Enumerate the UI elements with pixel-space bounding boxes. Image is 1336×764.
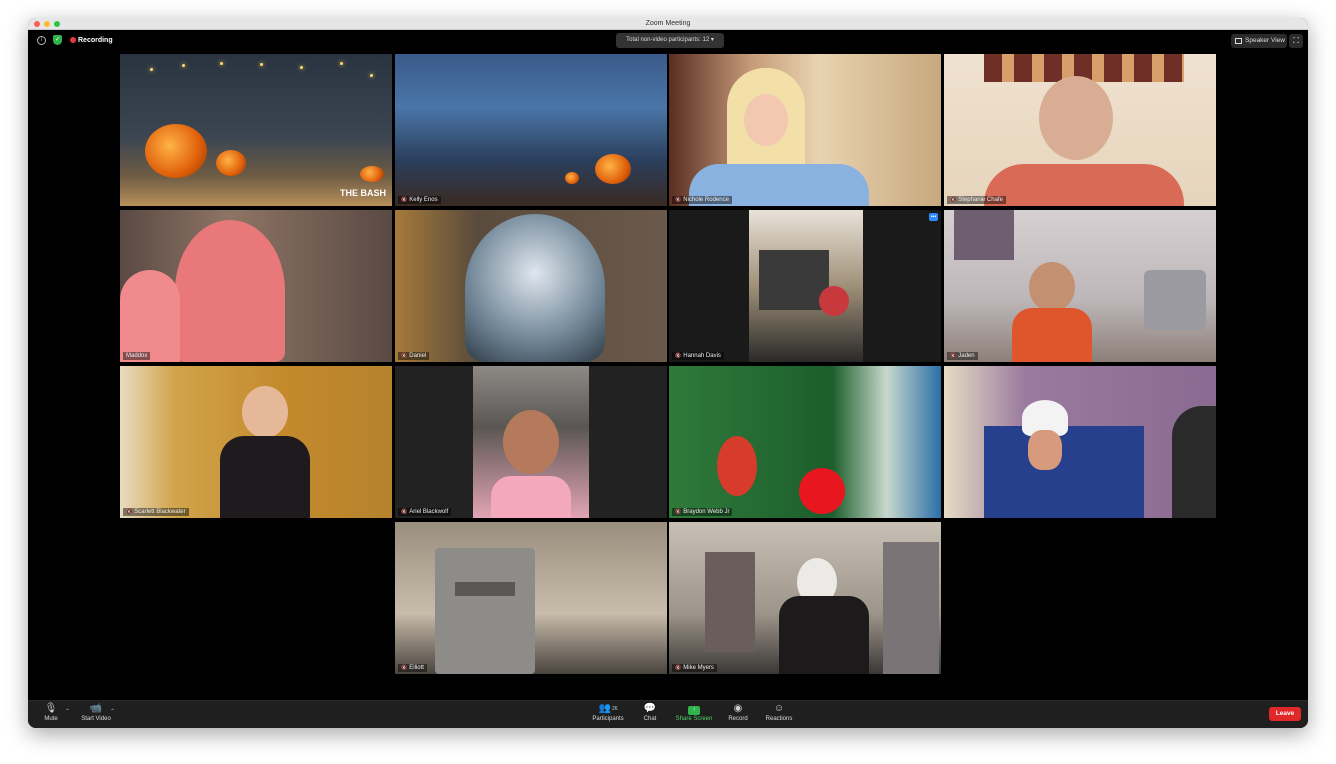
- info-icon[interactable]: i: [37, 36, 46, 45]
- participant-name: Hannah Davis: [672, 352, 724, 360]
- mute-button[interactable]: 🎙 Mute: [40, 703, 62, 724]
- video-tile[interactable]: Scarlett Blackwater: [120, 366, 392, 518]
- record-icon: ◉: [733, 703, 743, 714]
- audio-options-caret[interactable]: ⌃: [65, 708, 70, 715]
- video-gallery: THE BASH Kelly Enos Nichole Rodence Step…: [28, 54, 1308, 700]
- chat-icon: 💬: [643, 703, 657, 714]
- participant-name: Kelly Enos: [398, 196, 441, 204]
- record-label: Record: [728, 716, 748, 722]
- reactions-icon: ☺: [773, 703, 785, 714]
- mute-label: Mute: [44, 716, 58, 722]
- video-tile[interactable]: ••• Hannah Davis: [669, 210, 941, 362]
- video-tile[interactable]: Ariel Blackwolf: [395, 366, 667, 518]
- recording-label: Recording: [78, 37, 113, 44]
- microphone-icon: 🎙: [44, 703, 58, 714]
- more-options-icon[interactable]: •••: [929, 213, 938, 221]
- chevron-down-icon: ▾: [710, 37, 714, 43]
- share-screen-icon: ↑: [688, 706, 700, 715]
- video-tile[interactable]: Jaden: [944, 210, 1216, 362]
- video-tile[interactable]: Kelly Enos: [395, 54, 667, 206]
- title-bar: Zoom Meeting: [28, 18, 1308, 30]
- participant-name: Elliott: [398, 664, 427, 672]
- participant-name: Daniel: [398, 352, 430, 360]
- video-options-caret[interactable]: ⌃: [110, 708, 115, 715]
- share-screen-button[interactable]: ↑ Share Screen: [672, 703, 716, 724]
- participants-button[interactable]: 👥26 Participants: [590, 703, 626, 724]
- record-button[interactable]: ◉ Record: [726, 703, 750, 724]
- recording-indicator: [70, 37, 76, 43]
- participant-name: Mike Myers: [672, 664, 717, 672]
- participant-name: Jaden: [947, 352, 978, 360]
- fullscreen-icon[interactable]: ⛶: [1289, 34, 1303, 48]
- participant-name: Scarlett Blackwater: [123, 508, 189, 516]
- non-video-participants-dropdown[interactable]: Total non-video participants: 12 ▾: [616, 33, 724, 48]
- participant-name: Stephanie Chafe: [947, 196, 1006, 204]
- participant-name: Nichole Rodence: [672, 196, 732, 204]
- participants-label: Participants: [592, 716, 624, 722]
- speaker-view-label: Speaker View: [1245, 37, 1285, 44]
- video-tile[interactable]: Braydon Webb Jr: [669, 366, 941, 518]
- video-tile[interactable]: THE BASH: [120, 54, 392, 206]
- start-video-label: Start Video: [81, 716, 111, 722]
- video-tile[interactable]: Mike Myers: [669, 522, 941, 674]
- participants-count: 26: [611, 706, 618, 712]
- video-tile[interactable]: Elliott: [395, 522, 667, 674]
- non-video-participants-label: Total non-video participants: 12: [626, 37, 710, 43]
- chat-button[interactable]: 💬 Chat: [640, 703, 660, 724]
- video-tile[interactable]: Nichole Rodence: [669, 54, 941, 206]
- zoom-window: Zoom Meeting i ✓ Recording Total non-vid…: [28, 18, 1308, 728]
- meeting-top-bar: i ✓ Recording Total non-video participan…: [28, 30, 1308, 52]
- leave-button[interactable]: Leave: [1269, 707, 1301, 721]
- start-video-button[interactable]: 📹 Start Video: [78, 703, 114, 724]
- share-screen-label: Share Screen: [675, 716, 713, 722]
- video-off-icon: 📹: [89, 703, 103, 714]
- video-tile[interactable]: Stephanie Chafe: [944, 54, 1216, 206]
- video-tile[interactable]: Daniel: [395, 210, 667, 362]
- video-tile[interactable]: [944, 366, 1216, 518]
- reactions-button[interactable]: ☺ Reactions: [762, 703, 796, 724]
- participant-name: Maddox: [123, 352, 151, 360]
- window-title: Zoom Meeting: [645, 20, 691, 27]
- tile-overlay-text: THE BASH: [340, 188, 387, 198]
- shield-icon[interactable]: ✓: [53, 35, 62, 45]
- participant-name: Braydon Webb Jr: [672, 508, 733, 516]
- speaker-view-button[interactable]: Speaker View: [1231, 34, 1287, 48]
- chat-label: Chat: [643, 716, 657, 722]
- meeting-controls: 🎙 Mute ⌃ 📹 Start Video ⌃ 👥26 Participant…: [28, 700, 1308, 728]
- grid-view-icon: [1235, 38, 1242, 44]
- participant-name: Ariel Blackwolf: [398, 508, 452, 516]
- video-tile[interactable]: Maddox: [120, 210, 392, 362]
- participants-icon: 👥: [598, 703, 611, 714]
- reactions-label: Reactions: [765, 716, 793, 722]
